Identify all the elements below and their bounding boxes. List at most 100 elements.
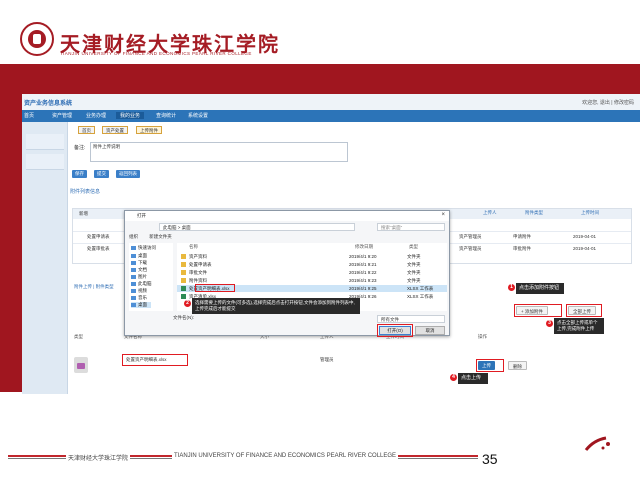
row-type: 审批附件 [513,246,531,251]
tree-item[interactable]: 快速访问 [131,245,156,251]
organize-button[interactable]: 组织 [129,234,138,239]
callout-step-1: 点击添加附件按钮 [516,283,564,294]
head-type: 类型 [74,334,83,339]
delete-button[interactable]: 删除 [508,361,527,370]
highlight-box-add [514,304,562,317]
file-type-icon [74,357,88,373]
slide-header: 天津财经大学珠江学院 TIANJIN UNIVERSITY OF FINANCE… [0,0,640,64]
folder-icon [181,254,186,260]
highlight-box-open [377,324,413,337]
row-time: 2019-04-01 [573,234,597,239]
page-number: 35 [482,451,498,467]
decorative-dots-icon [584,436,610,451]
save-button[interactable]: 保存 [72,170,87,178]
slide: 天津财经大学珠江学院 TIANJIN UNIVERSITY OF FINANCE… [0,0,640,480]
dialog-path-bar[interactable]: 此电脑 > 桌面 [159,223,355,231]
star-icon [131,245,136,250]
list-header-type[interactable]: 类型 [409,244,418,250]
folder-icon [181,278,186,284]
attachment-name: 处置资产明细表.xlsx [126,357,167,362]
desktop-icon [131,302,136,307]
file-open-dialog: 打开 × 此电脑 > 桌面 搜索"桌面" 组织 新建文件夹 快速访问 桌面 下载… [124,210,450,337]
music-icon [131,295,136,300]
sidebar-item[interactable] [26,134,64,150]
highlight-box-upload [476,359,504,372]
remark-textarea[interactable]: 附件上传说明 [90,142,348,162]
tree-item[interactable]: 文档 [131,267,147,273]
list-header-name[interactable]: 名称 [189,244,198,250]
tab-disposal[interactable]: 资产处置 [102,126,128,134]
tab-upload[interactable]: 上传附件 [136,126,162,134]
footer-university-en: TIANJIN UNIVERSITY OF FINANCE AND ECONOM… [172,453,399,459]
row-time: 2019-04-01 [573,246,597,251]
new-folder-button[interactable]: 新建文件夹 [149,234,172,239]
folder-icon [181,262,186,268]
callout-step-4: 点击上传 [458,373,488,384]
desktop-icon [131,253,136,258]
sidebar [22,122,68,394]
back-button[interactable]: 返回列表 [116,170,140,178]
file-type-filter[interactable]: 所有文件 [377,315,445,323]
submit-button[interactable]: 提交 [94,170,109,178]
spreadsheet-icon [181,294,186,300]
nav-item-query[interactable]: 查询统计 [156,112,176,119]
head-action: 操作 [478,334,487,339]
callout-step-3: 点击全部上传或单个上传,完成附件上传 [554,318,604,334]
sidebar-item[interactable] [26,154,64,170]
tab-home[interactable]: 首页 [78,126,95,134]
dialog-search-input[interactable]: 搜索"桌面" [377,223,445,231]
folder-icon [181,270,186,276]
dialog-title: 打开 [137,213,146,218]
footer-university-cn: 天津财经大学珠江学院 [66,453,131,462]
spreadsheet-icon [181,286,186,292]
tree-item[interactable]: 音乐 [131,295,147,301]
app-title: 资产业务信息系统 [24,101,73,107]
computer-icon [131,281,136,286]
callout-step-2: 选择需要上传的文件(可多选),选择完成后点击打开按钮,文件会添加到附件列表中,上… [192,298,360,314]
nav-item-settings[interactable]: 系统设置 [188,112,208,119]
tree-item[interactable]: 图片 [131,274,147,280]
step-marker-2: 2 [184,300,191,307]
row-uploader: 资产管理员 [459,246,482,251]
delete-label: 删除 [513,364,522,369]
grid-add-button[interactable]: 新增 [79,211,88,217]
attach-label: 附件上传 | 附件类型 [74,284,114,289]
tree-item[interactable]: 下载 [131,260,147,266]
cancel-button[interactable]: 取消 [415,326,445,335]
university-logo [20,22,54,56]
grid-header-time: 上传时间 [581,210,599,215]
row-type: 申请附件 [513,234,531,239]
file-row[interactable]: 附件资料 2019/4/1 9:23 文件夹 [177,277,447,284]
tree-item[interactable]: 此电脑 [131,281,152,287]
row-name: 处置审批表 [87,246,110,251]
highlight-box-upload-all [566,304,602,317]
nav-item-home[interactable]: 首页 [24,112,34,119]
close-icon[interactable]: × [441,212,445,218]
list-header-date[interactable]: 修改日期 [355,244,373,250]
tree-item[interactable]: 桌面 [131,253,147,259]
row-uploader: 资产管理员 [459,234,482,239]
user-info[interactable]: 欢迎您, 退出 | 修改密码 [582,99,634,106]
university-name-en: TIANJIN UNIVERSITY OF FINANCE AND ECONOM… [60,51,252,56]
row-name: 处置申请表 [87,234,110,239]
highlight-box-selected-file [195,284,235,292]
main-nav: 首页 资产管理 业务办理 我的业务 查询统计 系统设置 [22,110,640,122]
tree-item-selected[interactable]: 桌面 [131,302,151,308]
step-marker-4: 4 [450,374,457,381]
file-row[interactable]: 资产资料 2019/4/1 9:20 文件夹 [177,253,447,260]
step-marker-1: 1 [508,284,515,291]
nav-item-assets[interactable]: 资产管理 [52,112,72,119]
filename-label: 文件名(N): [173,315,194,320]
nav-item-business[interactable]: 业务办理 [86,112,106,119]
dialog-titlebar: 打开 × [125,211,449,221]
remark-label: 备注: [74,145,86,151]
section-label: 附件列表信息 [70,189,101,195]
download-icon [131,260,136,265]
file-row[interactable]: 处置申请表 2019/4/1 9:21 文件夹 [177,261,447,268]
nav-item-my-business[interactable]: 我的业务 [116,112,145,119]
attachment-uploader: 管理员 [320,357,334,362]
file-row[interactable]: 审批文件 2019/4/1 9:22 文件夹 [177,269,447,276]
document-icon [131,267,136,272]
tree-item[interactable]: 视频 [131,288,147,294]
picture-icon [131,274,136,279]
